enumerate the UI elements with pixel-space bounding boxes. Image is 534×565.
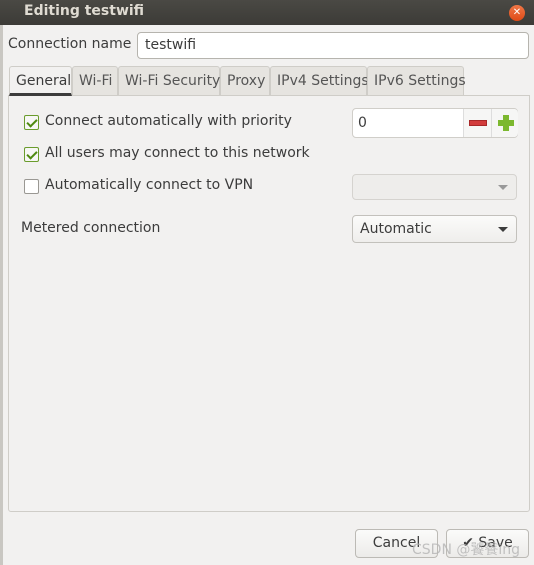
metered-value: Automatic: [360, 221, 432, 237]
tab-label: Proxy: [227, 73, 266, 89]
tab-label: Wi-Fi Security: [125, 73, 221, 89]
tab-label: Wi-Fi: [79, 73, 113, 89]
chevron-down-icon: [498, 185, 508, 190]
auto-connect-label: Connect automatically with priority: [45, 113, 292, 129]
tab-label: IPv6 Settings: [374, 73, 466, 89]
priority-spinbutton[interactable]: 0: [352, 108, 518, 138]
all-users-label: All users may connect to this network: [45, 145, 310, 161]
tab-proxy[interactable]: Proxy: [220, 66, 270, 96]
tab-wifi-security[interactable]: Wi-Fi Security: [118, 66, 220, 96]
increment-button[interactable]: [491, 109, 518, 137]
minus-icon: [469, 120, 487, 126]
tab-label: General: [16, 73, 72, 89]
auto-vpn-checkbox[interactable]: [24, 179, 39, 194]
vpn-combo[interactable]: [352, 174, 517, 200]
tab-wifi[interactable]: Wi-Fi: [72, 66, 118, 96]
all-users-checkbox[interactable]: [24, 147, 39, 162]
connection-name-input[interactable]: testwifi: [137, 32, 529, 59]
window-edge: [0, 25, 3, 565]
title-bar: Editing testwifi ✕: [0, 0, 534, 25]
connection-name-label: Connection name: [8, 36, 132, 52]
tab-ipv4-settings[interactable]: IPv4 Settings: [270, 66, 369, 96]
decrement-button[interactable]: [463, 109, 491, 137]
window-title: Editing testwifi: [24, 3, 145, 19]
tab-label: IPv4 Settings: [277, 73, 369, 89]
connection-name-value: testwifi: [145, 37, 197, 53]
tab-ipv6-settings[interactable]: IPv6 Settings: [367, 66, 466, 96]
priority-value: 0: [358, 115, 367, 131]
auto-connect-checkbox[interactable]: [24, 115, 39, 130]
metered-label: Metered connection: [21, 220, 161, 236]
auto-vpn-label: Automatically connect to VPN: [45, 177, 254, 193]
watermark: CSDN @饕餮ing: [412, 542, 521, 558]
tab-general[interactable]: General: [9, 66, 72, 96]
chevron-down-icon: [498, 227, 508, 232]
plus-icon-vertical: [503, 115, 509, 131]
close-icon[interactable]: ✕: [509, 5, 525, 21]
metered-combo[interactable]: Automatic: [352, 215, 517, 243]
